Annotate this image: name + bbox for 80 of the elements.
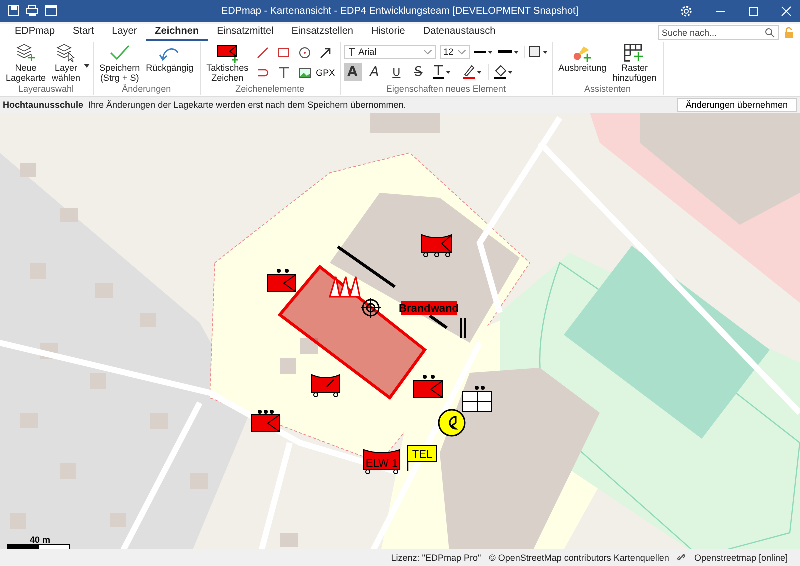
font-dropdown[interactable]: Arial bbox=[344, 45, 436, 59]
choose-layer-button[interactable]: Layer wählen bbox=[49, 42, 84, 84]
link-icon[interactable] bbox=[677, 553, 686, 562]
search-field[interactable]: Suche nach... bbox=[658, 25, 779, 40]
building bbox=[300, 338, 318, 354]
building bbox=[60, 208, 78, 222]
group-label: Änderungen bbox=[121, 84, 172, 95]
license-text: Lizenz: "EDPmap Pro" bbox=[391, 552, 482, 562]
info-message: Ihre Änderungen der Lagekarte werden erst nach dem Speichern übernommen. bbox=[88, 100, 408, 110]
line-tool-icon[interactable] bbox=[256, 46, 270, 60]
vehicle-symbol[interactable] bbox=[268, 269, 296, 292]
vehicle-symbol[interactable] bbox=[422, 234, 452, 258]
caret-icon[interactable] bbox=[84, 64, 90, 68]
text-tool-icon[interactable] bbox=[276, 66, 291, 80]
text-style-button[interactable]: A bbox=[344, 63, 362, 81]
fire-icon[interactable] bbox=[329, 276, 361, 298]
fill-bucket-icon[interactable] bbox=[488, 64, 515, 80]
vehicle-symbol[interactable] bbox=[312, 374, 340, 398]
ribbon-tab[interactable]: Datenaustausch bbox=[414, 24, 505, 41]
gpx-button[interactable]: GPX bbox=[316, 68, 336, 78]
text-color-icon[interactable] bbox=[432, 64, 452, 80]
barrier-icon[interactable] bbox=[460, 317, 466, 339]
settings-icon[interactable] bbox=[680, 4, 693, 18]
rectangle-tool-icon[interactable] bbox=[276, 46, 291, 60]
ribbon-tab[interactable]: Start bbox=[64, 24, 104, 41]
building bbox=[280, 533, 298, 547]
arrow-tool-icon[interactable] bbox=[318, 46, 333, 60]
vehicle-symbol[interactable] bbox=[414, 375, 444, 398]
scale-label: 40 m bbox=[30, 535, 51, 545]
target-icon[interactable] bbox=[360, 298, 382, 318]
group-label: Layerauswahl bbox=[18, 84, 76, 95]
map-source-text: Openstreetmap [online] bbox=[694, 552, 788, 562]
attribution-text: © OpenStreetMap contributors Kartenquellen bbox=[489, 552, 670, 562]
add-grid-button[interactable]: Raster hinzufügen bbox=[610, 42, 660, 84]
checkmark-icon bbox=[108, 43, 132, 63]
undo-button[interactable]: Rückgängig bbox=[143, 42, 197, 74]
ribbon-tab[interactable]: Historie bbox=[362, 24, 414, 41]
search-icon[interactable] bbox=[765, 28, 775, 38]
circle-symbol[interactable] bbox=[438, 409, 466, 437]
group-label: Zeichenelemente bbox=[234, 84, 306, 95]
pen-color-icon[interactable] bbox=[462, 64, 484, 80]
tactical-sign-button[interactable]: Taktisches Zeichen bbox=[204, 42, 252, 84]
apply-changes-button[interactable]: Änderungen übernehmen bbox=[676, 98, 797, 112]
chevron-icon bbox=[458, 50, 466, 54]
maximize-icon[interactable] bbox=[748, 6, 759, 16]
text-style-button[interactable]: A bbox=[366, 63, 384, 81]
new-map-button[interactable]: Neue Lagekarte bbox=[3, 42, 50, 84]
line-style-icon[interactable] bbox=[474, 48, 494, 56]
window-icon[interactable] bbox=[45, 5, 58, 17]
fire-wall-line[interactable] bbox=[337, 246, 396, 288]
building bbox=[280, 358, 296, 374]
spread-button[interactable]: Ausbreitung bbox=[556, 42, 610, 74]
vehicle-symbol-icon bbox=[216, 43, 240, 63]
ribbon-tab[interactable]: Layer bbox=[103, 24, 146, 41]
fire-wall-line[interactable] bbox=[429, 314, 448, 330]
font-size-dropdown[interactable]: 12 bbox=[440, 45, 470, 59]
window-title: EDPmap - Kartenansicht - EDP4 Entwicklungsteam [DEVELOPMENT Snapshot] bbox=[221, 6, 579, 16]
group-label: Eigenschaften neues Element bbox=[385, 84, 507, 95]
line-width-icon[interactable] bbox=[498, 48, 520, 56]
building bbox=[90, 373, 106, 389]
ribbon-tab[interactable]: Einsatzstellen bbox=[282, 24, 362, 41]
group-label: Assistenten bbox=[583, 84, 632, 95]
font-icon bbox=[348, 48, 357, 56]
image-tool-icon[interactable] bbox=[298, 66, 312, 80]
save-icon[interactable] bbox=[8, 5, 20, 17]
text-style-button[interactable]: S bbox=[410, 63, 428, 81]
building bbox=[370, 113, 440, 133]
ribbon-tab[interactable]: Einsatzmittel bbox=[208, 24, 283, 41]
map-name: Hochtaunusschule bbox=[3, 100, 84, 110]
text-style-button[interactable]: U bbox=[388, 63, 406, 81]
building bbox=[20, 163, 36, 177]
grid-symbol[interactable] bbox=[462, 386, 492, 412]
ribbon-tab[interactable]: EDPmap bbox=[6, 24, 64, 41]
print-icon[interactable] bbox=[26, 5, 39, 17]
chevron-icon bbox=[424, 50, 432, 54]
border-icon[interactable] bbox=[524, 46, 549, 58]
circle-tool-icon[interactable] bbox=[298, 46, 312, 60]
vehicle-symbol[interactable] bbox=[252, 410, 280, 432]
close-icon[interactable] bbox=[781, 6, 792, 16]
save-button[interactable]: Speichern (Strg + S) bbox=[96, 42, 144, 84]
